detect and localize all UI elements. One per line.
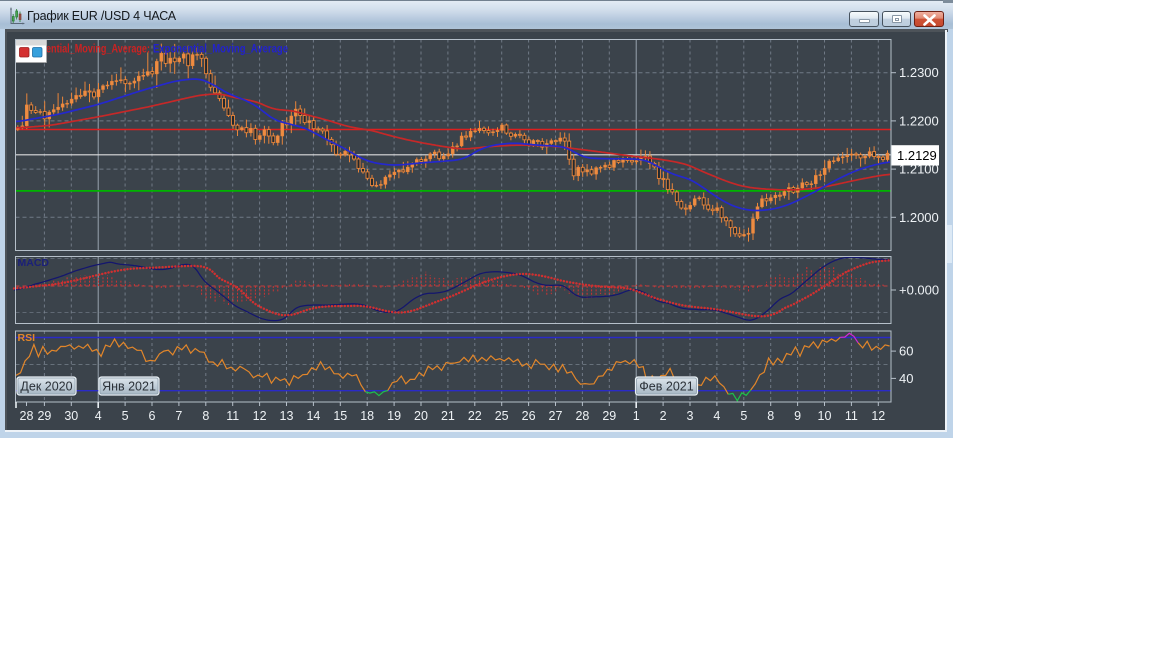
svg-text:ential_Moving_Average:: ential_Moving_Average:: [46, 44, 150, 56]
svg-text:5: 5: [122, 409, 129, 423]
svg-text:Фев 2021: Фев 2021: [639, 380, 693, 394]
svg-text:1.2200: 1.2200: [899, 113, 939, 128]
svg-text:6: 6: [149, 409, 156, 423]
svg-text:12: 12: [253, 409, 267, 423]
svg-text:1.2129: 1.2129: [897, 148, 937, 163]
svg-text:1: 1: [633, 409, 640, 423]
svg-text:Exponential_Moving_Average: Exponential_Moving_Average: [153, 44, 288, 56]
svg-text:27: 27: [549, 409, 563, 423]
svg-text:18: 18: [360, 409, 374, 423]
svg-text:11: 11: [226, 409, 239, 423]
svg-text:40: 40: [899, 371, 913, 386]
svg-text:19: 19: [387, 409, 401, 423]
svg-text:+0.000: +0.000: [899, 283, 939, 298]
svg-text:25: 25: [495, 409, 509, 423]
svg-text:RSI: RSI: [18, 332, 36, 344]
svg-text:26: 26: [522, 409, 536, 423]
svg-text:13: 13: [280, 409, 294, 423]
svg-text:60: 60: [899, 344, 913, 359]
svg-text:22: 22: [468, 409, 482, 423]
svg-text:8: 8: [767, 409, 774, 423]
svg-text:5: 5: [740, 409, 747, 423]
svg-text:MACD: MACD: [18, 257, 50, 269]
svg-text:20: 20: [414, 409, 428, 423]
svg-text:7: 7: [175, 409, 182, 423]
svg-text:8: 8: [202, 409, 209, 423]
svg-text:1.2000: 1.2000: [899, 210, 939, 225]
svg-text:4: 4: [713, 409, 720, 423]
svg-text:11: 11: [845, 409, 858, 423]
svg-text:1.2300: 1.2300: [899, 65, 939, 80]
svg-text:30: 30: [64, 409, 78, 423]
svg-text:14: 14: [306, 409, 320, 423]
svg-text:28: 28: [575, 409, 589, 423]
svg-text:29: 29: [602, 409, 616, 423]
svg-text:10: 10: [818, 409, 832, 423]
svg-text:3: 3: [687, 409, 694, 423]
svg-text:2: 2: [660, 409, 667, 423]
svg-text:Янв 2021: Янв 2021: [102, 380, 156, 394]
svg-text:12: 12: [871, 409, 885, 423]
svg-text:Дек 2020: Дек 2020: [20, 380, 72, 394]
svg-text:29: 29: [37, 409, 51, 423]
svg-text:4: 4: [95, 409, 102, 423]
svg-text:9: 9: [794, 409, 801, 423]
svg-text:21: 21: [441, 409, 455, 423]
svg-text:15: 15: [333, 409, 347, 423]
svg-text:28: 28: [20, 409, 34, 423]
